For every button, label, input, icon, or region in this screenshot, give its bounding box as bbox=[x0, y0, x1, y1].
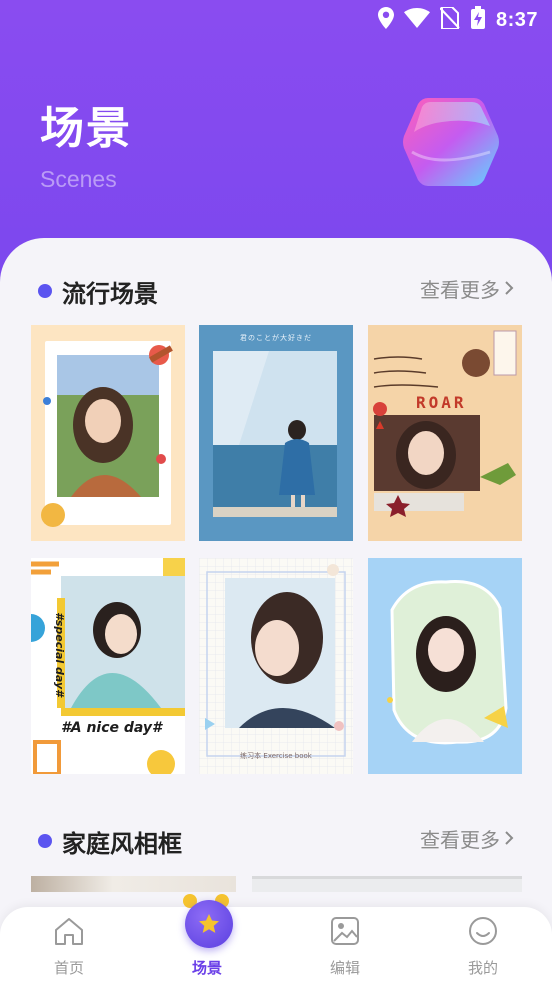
battery-charging-icon bbox=[470, 6, 486, 34]
scene-caption: #A nice day# bbox=[61, 720, 162, 736]
view-more-button[interactable]: 查看更多 bbox=[420, 274, 514, 303]
family-frame-card[interactable] bbox=[252, 876, 522, 892]
scene-thumbnail bbox=[368, 325, 522, 541]
tab-home[interactable]: 首页 bbox=[0, 907, 138, 981]
tab-profile[interactable]: 我的 bbox=[414, 907, 552, 981]
view-more-button[interactable]: 查看更多 bbox=[420, 824, 514, 853]
section-title: 流行场景 bbox=[62, 280, 158, 308]
scene-thumbnail bbox=[199, 325, 353, 541]
scene-caption: 练习本 Exercise book bbox=[240, 752, 312, 760]
family-frame-card[interactable] bbox=[31, 876, 236, 892]
content-card: 流行场景 查看更多 君のことが大好きだ ROAR #A nice day# #s… bbox=[0, 238, 552, 981]
tab-label: 首页 bbox=[53, 959, 84, 977]
wifi-icon bbox=[403, 7, 430, 32]
section-bullet bbox=[38, 284, 52, 298]
section-bullet bbox=[38, 834, 52, 848]
scene-card[interactable]: 君のことが大好きだ bbox=[199, 325, 353, 541]
chevron-right-icon bbox=[504, 827, 514, 851]
page-title: 场景 bbox=[40, 103, 132, 154]
scene-card[interactable] bbox=[368, 558, 522, 774]
clock-time: 8:37 bbox=[495, 8, 538, 31]
view-more-label: 查看更多 bbox=[420, 278, 500, 302]
scene-card[interactable]: 练习本 Exercise book bbox=[199, 558, 353, 774]
profile-smile-icon bbox=[467, 915, 499, 947]
chevron-right-icon bbox=[504, 277, 514, 301]
view-more-label: 查看更多 bbox=[420, 828, 500, 852]
home-icon bbox=[53, 915, 85, 947]
tab-edit[interactable]: 编辑 bbox=[276, 907, 414, 981]
scene-card[interactable] bbox=[31, 325, 185, 541]
hexagon-logo-icon bbox=[398, 92, 502, 192]
location-icon bbox=[377, 7, 394, 33]
scene-card[interactable]: ROAR bbox=[368, 325, 522, 541]
section-title: 家庭风相框 bbox=[62, 830, 182, 858]
status-bar: 8:37 bbox=[0, 0, 552, 40]
scene-caption: 君のことが大好きだ bbox=[240, 334, 312, 342]
bottom-tab-bar: 首页 场景 编辑 我的 bbox=[0, 907, 552, 981]
tab-label: 我的 bbox=[467, 959, 498, 977]
scene-thumbnail bbox=[368, 558, 522, 774]
star-icon bbox=[199, 914, 219, 933]
tab-label: 编辑 bbox=[329, 959, 360, 977]
section-header-popular: 流行场景 查看更多 bbox=[0, 270, 552, 310]
scene-thumbnail bbox=[199, 558, 353, 774]
page-subtitle: Scenes bbox=[40, 166, 117, 192]
scene-side-caption: #special day# bbox=[52, 612, 66, 697]
scene-caption: ROAR bbox=[416, 393, 467, 412]
no-sim-icon bbox=[439, 6, 460, 33]
scene-thumbnail bbox=[41, 341, 173, 527]
scene-card[interactable]: #A nice day# #special day# bbox=[31, 558, 185, 774]
section-header-family-frames: 家庭风相框 查看更多 bbox=[0, 820, 552, 860]
tab-label: 场景 bbox=[191, 959, 222, 977]
image-edit-icon bbox=[329, 915, 361, 947]
scene-star-button bbox=[185, 900, 233, 948]
